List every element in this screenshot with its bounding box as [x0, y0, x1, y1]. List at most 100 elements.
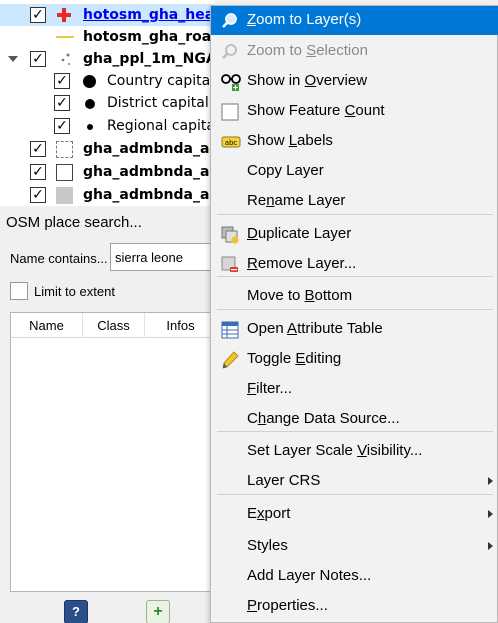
menu-item-set-layer-scale-visibility[interactable]: Set Layer Scale Visibility...	[211, 437, 498, 466]
submenu-arrow-icon	[488, 477, 493, 485]
layer-row-gha-ppl-1m-nga[interactable]: ✓ gha_ppl_1m_NGA	[0, 48, 215, 70]
menu-separator	[217, 214, 493, 215]
zoom-to-selection-icon	[221, 43, 239, 61]
category-row-country-capital[interactable]: ✓ Country capital	[0, 70, 215, 92]
layer-name: gha_admbnda_adr	[83, 164, 215, 180]
column-header-infos[interactable]: Infos	[145, 313, 216, 338]
labels-icon: abc	[221, 133, 241, 151]
layer-row-hotosm-gha-roads[interactable]: hotosm_gha_roads	[0, 26, 215, 48]
menu-item-toggle-editing[interactable]: Toggle Editing	[211, 345, 498, 374]
grey-polygon-icon	[56, 187, 73, 204]
menu-item-rename-layer[interactable]: Rename Layer	[211, 187, 498, 216]
menu-separator	[217, 276, 493, 277]
pencil-icon	[221, 351, 239, 369]
menu-item-label: Copy Layer	[247, 162, 324, 179]
submenu-arrow-icon	[488, 542, 493, 550]
menu-item-properties[interactable]: Properties...	[211, 592, 498, 621]
column-header-class[interactable]: Class	[83, 313, 145, 338]
remove-layer-icon	[221, 256, 239, 274]
category-label: Country capital	[107, 73, 215, 89]
menu-item-change-data-source[interactable]: Change Data Source...	[211, 405, 498, 434]
menu-item-layer-crs[interactable]: Layer CRS	[211, 467, 498, 496]
menu-item-label: Zoom to Selection	[247, 42, 368, 59]
layer-visibility-checkbox[interactable]: ✓	[30, 187, 46, 203]
line-symbol-icon	[56, 36, 74, 38]
column-header-name[interactable]: Name	[11, 313, 83, 338]
category-checkbox[interactable]: ✓	[54, 73, 70, 89]
menu-item-styles[interactable]: Styles	[211, 532, 498, 561]
menu-item-move-to-bottom[interactable]: Move to Bottom	[211, 282, 498, 311]
menu-item-show-feature-count[interactable]: Show Feature Count	[211, 97, 498, 126]
category-checkbox[interactable]: ✓	[54, 118, 70, 134]
layer-name: hotosm_gha_healt	[83, 7, 215, 23]
menu-item-export[interactable]: Export	[211, 500, 498, 529]
menu-item-label: Change Data Source...	[247, 410, 400, 427]
menu-item-remove-layer[interactable]: Remove Layer...	[211, 250, 498, 279]
results-header: Name Class Infos	[11, 313, 216, 338]
menu-item-label: Show Feature Count	[247, 102, 385, 119]
menu-separator	[217, 431, 493, 432]
small-dot-icon	[87, 124, 93, 130]
menu-item-open-attribute-table[interactable]: Open Attribute Table	[211, 315, 498, 344]
layers-tree[interactable]: ✓ hotosm_gha_healt hotosm_gha_roads ✓ gh…	[0, 0, 215, 206]
menu-item-label: Duplicate Layer	[247, 225, 352, 242]
layer-name: gha_ppl_1m_NGA	[83, 51, 215, 67]
categorized-points-icon	[58, 51, 74, 67]
category-label: Regional capital	[107, 118, 215, 134]
collapse-arrow-icon[interactable]	[8, 56, 18, 62]
submenu-arrow-icon	[488, 510, 493, 518]
category-checkbox[interactable]: ✓	[54, 95, 70, 111]
menu-item-label: Remove Layer...	[247, 255, 357, 272]
menu-item-label: Rename Layer	[247, 192, 346, 209]
menu-item-label: Styles	[247, 537, 288, 554]
results-table[interactable]: Name Class Infos	[10, 312, 216, 592]
svg-text:abc: abc	[225, 139, 238, 147]
attribute-table-icon	[221, 321, 239, 339]
menu-item-show-labels[interactable]: abc Show Labels	[211, 127, 498, 156]
menu-item-label: Zoom to Layer(s)	[247, 11, 362, 28]
menu-item-label: Toggle Editing	[247, 350, 342, 367]
feature-count-checkbox-icon	[221, 103, 239, 121]
menu-item-label: Filter...	[247, 380, 293, 397]
help-button[interactable]: ?	[64, 600, 88, 623]
menu-item-add-layer-notes[interactable]: Add Layer Notes...	[211, 562, 498, 591]
category-row-regional-capital[interactable]: ✓ Regional capital	[0, 115, 215, 137]
category-row-district-capital[interactable]: ✓ District capital	[0, 92, 215, 114]
limit-to-extent-label: Limit to extent	[34, 284, 115, 299]
menu-item-label: Move to Bottom	[247, 287, 353, 304]
place-search-input[interactable]	[110, 243, 220, 271]
help-icon: ?	[72, 604, 80, 619]
menu-item-copy-layer[interactable]: Copy Layer	[211, 157, 498, 186]
medium-dot-icon	[85, 99, 95, 109]
menu-item-label: Properties...	[247, 597, 328, 614]
red-cross-icon	[56, 7, 72, 23]
category-label: District capital	[107, 95, 209, 111]
layer-row-gha-admbnda-1[interactable]: ✓ gha_admbnda_adr	[0, 138, 215, 160]
layer-visibility-checkbox[interactable]: ✓	[30, 51, 46, 67]
large-dot-icon	[83, 75, 96, 88]
menu-item-duplicate-layer[interactable]: Duplicate Layer	[211, 220, 498, 249]
layer-name: gha_admbnda_adr	[83, 141, 215, 157]
menu-item-label: Set Layer Scale Visibility...	[247, 442, 423, 459]
layer-visibility-checkbox[interactable]: ✓	[30, 164, 46, 180]
menu-item-zoom-to-selection: Zoom to Selection	[211, 37, 498, 66]
add-layer-icon: +	[153, 603, 163, 620]
layer-context-menu[interactable]: Zoom to Layer(s) Zoom to Selection Show in…	[210, 5, 498, 623]
menu-separator	[217, 494, 493, 495]
menu-item-show-in-overview[interactable]: Show in Overview	[211, 67, 498, 96]
zoom-to-layer-icon	[221, 12, 239, 30]
menu-item-zoom-to-layer-s[interactable]: Zoom to Layer(s)	[211, 6, 498, 35]
layer-visibility-checkbox[interactable]: ✓	[30, 141, 46, 157]
menu-item-filter[interactable]: Filter...	[211, 375, 498, 404]
layer-row-gha-admbnda-2[interactable]: ✓ gha_admbnda_adr	[0, 161, 215, 183]
layer-row-gha-admbnda-3[interactable]: ✓ gha_admbnda_adr	[0, 184, 215, 206]
layer-row-hotosm-gha-healt[interactable]: ✓ hotosm_gha_healt	[0, 4, 215, 26]
limit-to-extent-checkbox[interactable]	[10, 282, 28, 300]
menu-item-label: Show Labels	[247, 132, 333, 149]
add-to-map-button[interactable]: +	[146, 600, 170, 623]
layer-visibility-checkbox[interactable]: ✓	[30, 7, 46, 23]
layer-name: hotosm_gha_roads	[83, 29, 215, 45]
menu-item-label: Add Layer Notes...	[247, 567, 372, 584]
duplicate-layer-icon	[221, 226, 239, 244]
dashed-polygon-icon	[56, 141, 73, 158]
